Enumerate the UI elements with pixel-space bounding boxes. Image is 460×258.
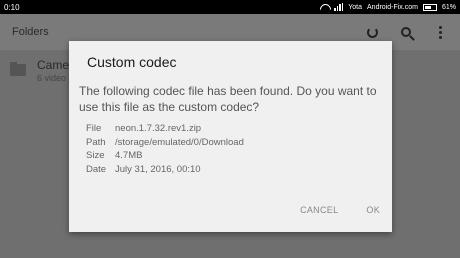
- folder-name: Came: [37, 57, 70, 72]
- signal-icon: [334, 3, 344, 11]
- cancel-button[interactable]: CANCEL: [298, 203, 340, 217]
- refresh-icon: [366, 26, 378, 38]
- custom-codec-dialog: Custom codec The following codec file ha…: [69, 41, 392, 232]
- detail-key: Size: [86, 150, 105, 161]
- detail-key: File: [86, 123, 102, 134]
- search-icon: [401, 27, 411, 37]
- detail-size: Size 4.7MB: [86, 149, 244, 163]
- search-button[interactable]: [398, 24, 414, 40]
- folder-icon: [10, 62, 26, 76]
- detail-value: neon.1.7.32.rev1.zip: [115, 123, 202, 134]
- status-bar: 0:10 Yota Android-Fix.com 61%: [0, 0, 460, 14]
- detail-value: /storage/emulated/0/Download: [115, 136, 244, 148]
- more-options-button[interactable]: [432, 24, 448, 40]
- carrier-label: Yota: [348, 3, 363, 11]
- detail-date: Date July 31, 2016, 00:10: [86, 163, 244, 177]
- codec-details: File neon.1.7.32.rev1.zip Path /storage/…: [86, 122, 244, 176]
- detail-file: File neon.1.7.32.rev1.zip: [86, 122, 244, 136]
- refresh-button[interactable]: [364, 24, 380, 40]
- site-watermark: Android-Fix.com: [367, 3, 418, 11]
- status-time: 0:10: [4, 2, 20, 12]
- dialog-message: The following codec file has been found.…: [79, 84, 377, 114]
- dialog-actions: CANCEL OK: [298, 203, 382, 217]
- wifi-icon: [320, 4, 329, 11]
- more-vert-icon: [438, 25, 442, 39]
- battery-icon: [422, 3, 437, 11]
- detail-key: Date: [86, 163, 107, 175]
- status-icons: Yota Android-Fix.com 61%: [320, 3, 456, 11]
- detail-value: July 31, 2016, 00:10: [115, 163, 201, 175]
- detail-path: Path /storage/emulated/0/Download: [86, 136, 244, 150]
- dialog-title: Custom codec: [87, 54, 177, 70]
- battery-percent: 61%: [441, 3, 456, 11]
- detail-key: Path: [86, 136, 106, 148]
- detail-value: 4.7MB: [115, 150, 143, 161]
- folder-count: 6 video: [37, 72, 67, 83]
- page-title: Folders: [12, 26, 49, 38]
- ok-button[interactable]: OK: [364, 203, 382, 217]
